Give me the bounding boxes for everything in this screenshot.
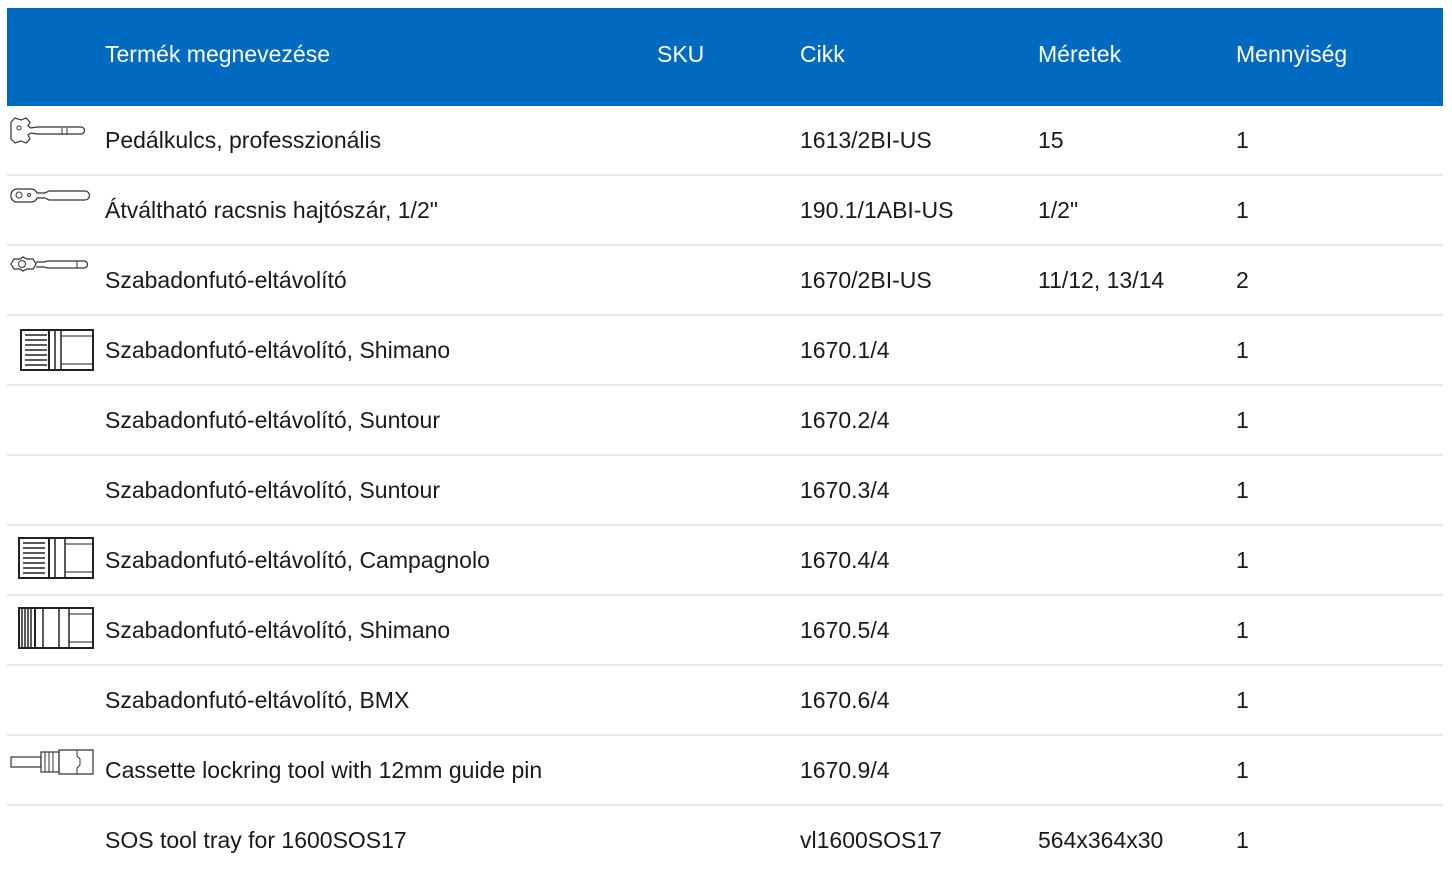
row-cikk: 1670.9/4	[800, 757, 890, 783]
row-meretek: 11/12, 13/14	[1038, 267, 1165, 293]
row-name: Pedálkulcs, professzionális	[105, 127, 382, 153]
table-row: Cassette lockring tool with 12mm guide p…	[7, 736, 1443, 806]
table-row: Szabadonfutó-eltávolító, Campagnolo 1670…	[7, 526, 1443, 596]
row-name: Szabadonfutó-eltávolító	[105, 267, 347, 293]
row-cikk: 1670.5/4	[800, 617, 890, 643]
row-cikk: 1670.1/4	[800, 337, 890, 363]
row-name: Szabadonfutó-eltávolító, Suntour	[105, 477, 441, 503]
row-meretek: 15	[1038, 127, 1064, 153]
table-row: Szabadonfutó-eltávolító, BMX 1670.6/4 1	[7, 666, 1443, 736]
row-mennyiseg: 1	[1236, 547, 1249, 573]
table-row: Pedálkulcs, professzionális 1613/2BI-US …	[7, 106, 1443, 176]
row-mennyiseg: 1	[1236, 337, 1249, 363]
row-name: Szabadonfutó-eltávolító, Shimano	[105, 337, 451, 363]
row-mennyiseg: 1	[1236, 757, 1249, 783]
product-table: Termék megnevezése SKU Cikk Méretek Menn…	[7, 8, 1443, 874]
header-name: Termék megnevezése	[105, 41, 330, 67]
row-mennyiseg: 1	[1236, 687, 1249, 713]
row-name: Szabadonfutó-eltávolító, Campagnolo	[105, 547, 490, 573]
table-header: Termék megnevezése SKU Cikk Méretek Menn…	[7, 8, 1443, 106]
row-mennyiseg: 1	[1236, 127, 1249, 153]
row-cikk: 1670.6/4	[800, 687, 890, 713]
table-row: Szabadonfutó-eltávolító, Suntour 1670.3/…	[7, 456, 1443, 526]
header-meretek: Méretek	[1038, 41, 1122, 67]
row-name: Átváltható racsnis hajtószár, 1/2"	[105, 197, 438, 223]
row-mennyiseg: 1	[1236, 197, 1249, 223]
row-name: Cassette lockring tool with 12mm guide p…	[105, 757, 543, 783]
header-sku: SKU	[657, 41, 705, 67]
row-cikk: 1670.4/4	[800, 547, 890, 573]
row-meretek: 564x364x30	[1038, 827, 1164, 853]
row-name: Szabadonfutó-eltávolító, Shimano	[105, 617, 451, 643]
row-cikk: 190.1/1ABI-US	[800, 197, 954, 223]
row-cikk: 1613/2BI-US	[800, 127, 932, 153]
row-cikk: vl1600SOS17	[800, 827, 942, 853]
row-mennyiseg: 1	[1236, 617, 1249, 643]
row-cikk: 1670.2/4	[800, 407, 890, 433]
table-row: Átváltható racsnis hajtószár, 1/2" 190.1…	[7, 176, 1443, 246]
row-mennyiseg: 1	[1236, 827, 1249, 853]
row-cikk: 1670.3/4	[800, 477, 890, 503]
row-cikk: 1670/2BI-US	[800, 267, 932, 293]
table-row: Szabadonfutó-eltávolító, Shimano 1670.5/…	[7, 596, 1443, 666]
table-row: SOS tool tray for 1600SOS17 vl1600SOS17 …	[7, 806, 1443, 874]
row-name: Szabadonfutó-eltávolító, BMX	[105, 687, 410, 713]
row-mennyiseg: 1	[1236, 407, 1249, 433]
header-cikk: Cikk	[800, 41, 845, 67]
row-mennyiseg: 1	[1236, 477, 1249, 503]
header-mennyiseg: Mennyiség	[1236, 41, 1348, 67]
row-name: SOS tool tray for 1600SOS17	[105, 827, 407, 853]
row-mennyiseg: 2	[1236, 267, 1249, 293]
table-row: Szabadonfutó-eltávolító, Suntour 1670.2/…	[7, 386, 1443, 456]
row-name: Szabadonfutó-eltávolító, Suntour	[105, 407, 441, 433]
row-meretek: 1/2"	[1038, 197, 1079, 223]
table-row: Szabadonfutó-eltávolító 1670/2BI-US 11/1…	[7, 246, 1443, 316]
table-row: Szabadonfutó-eltávolító, Shimano 1670.1/…	[7, 316, 1443, 386]
